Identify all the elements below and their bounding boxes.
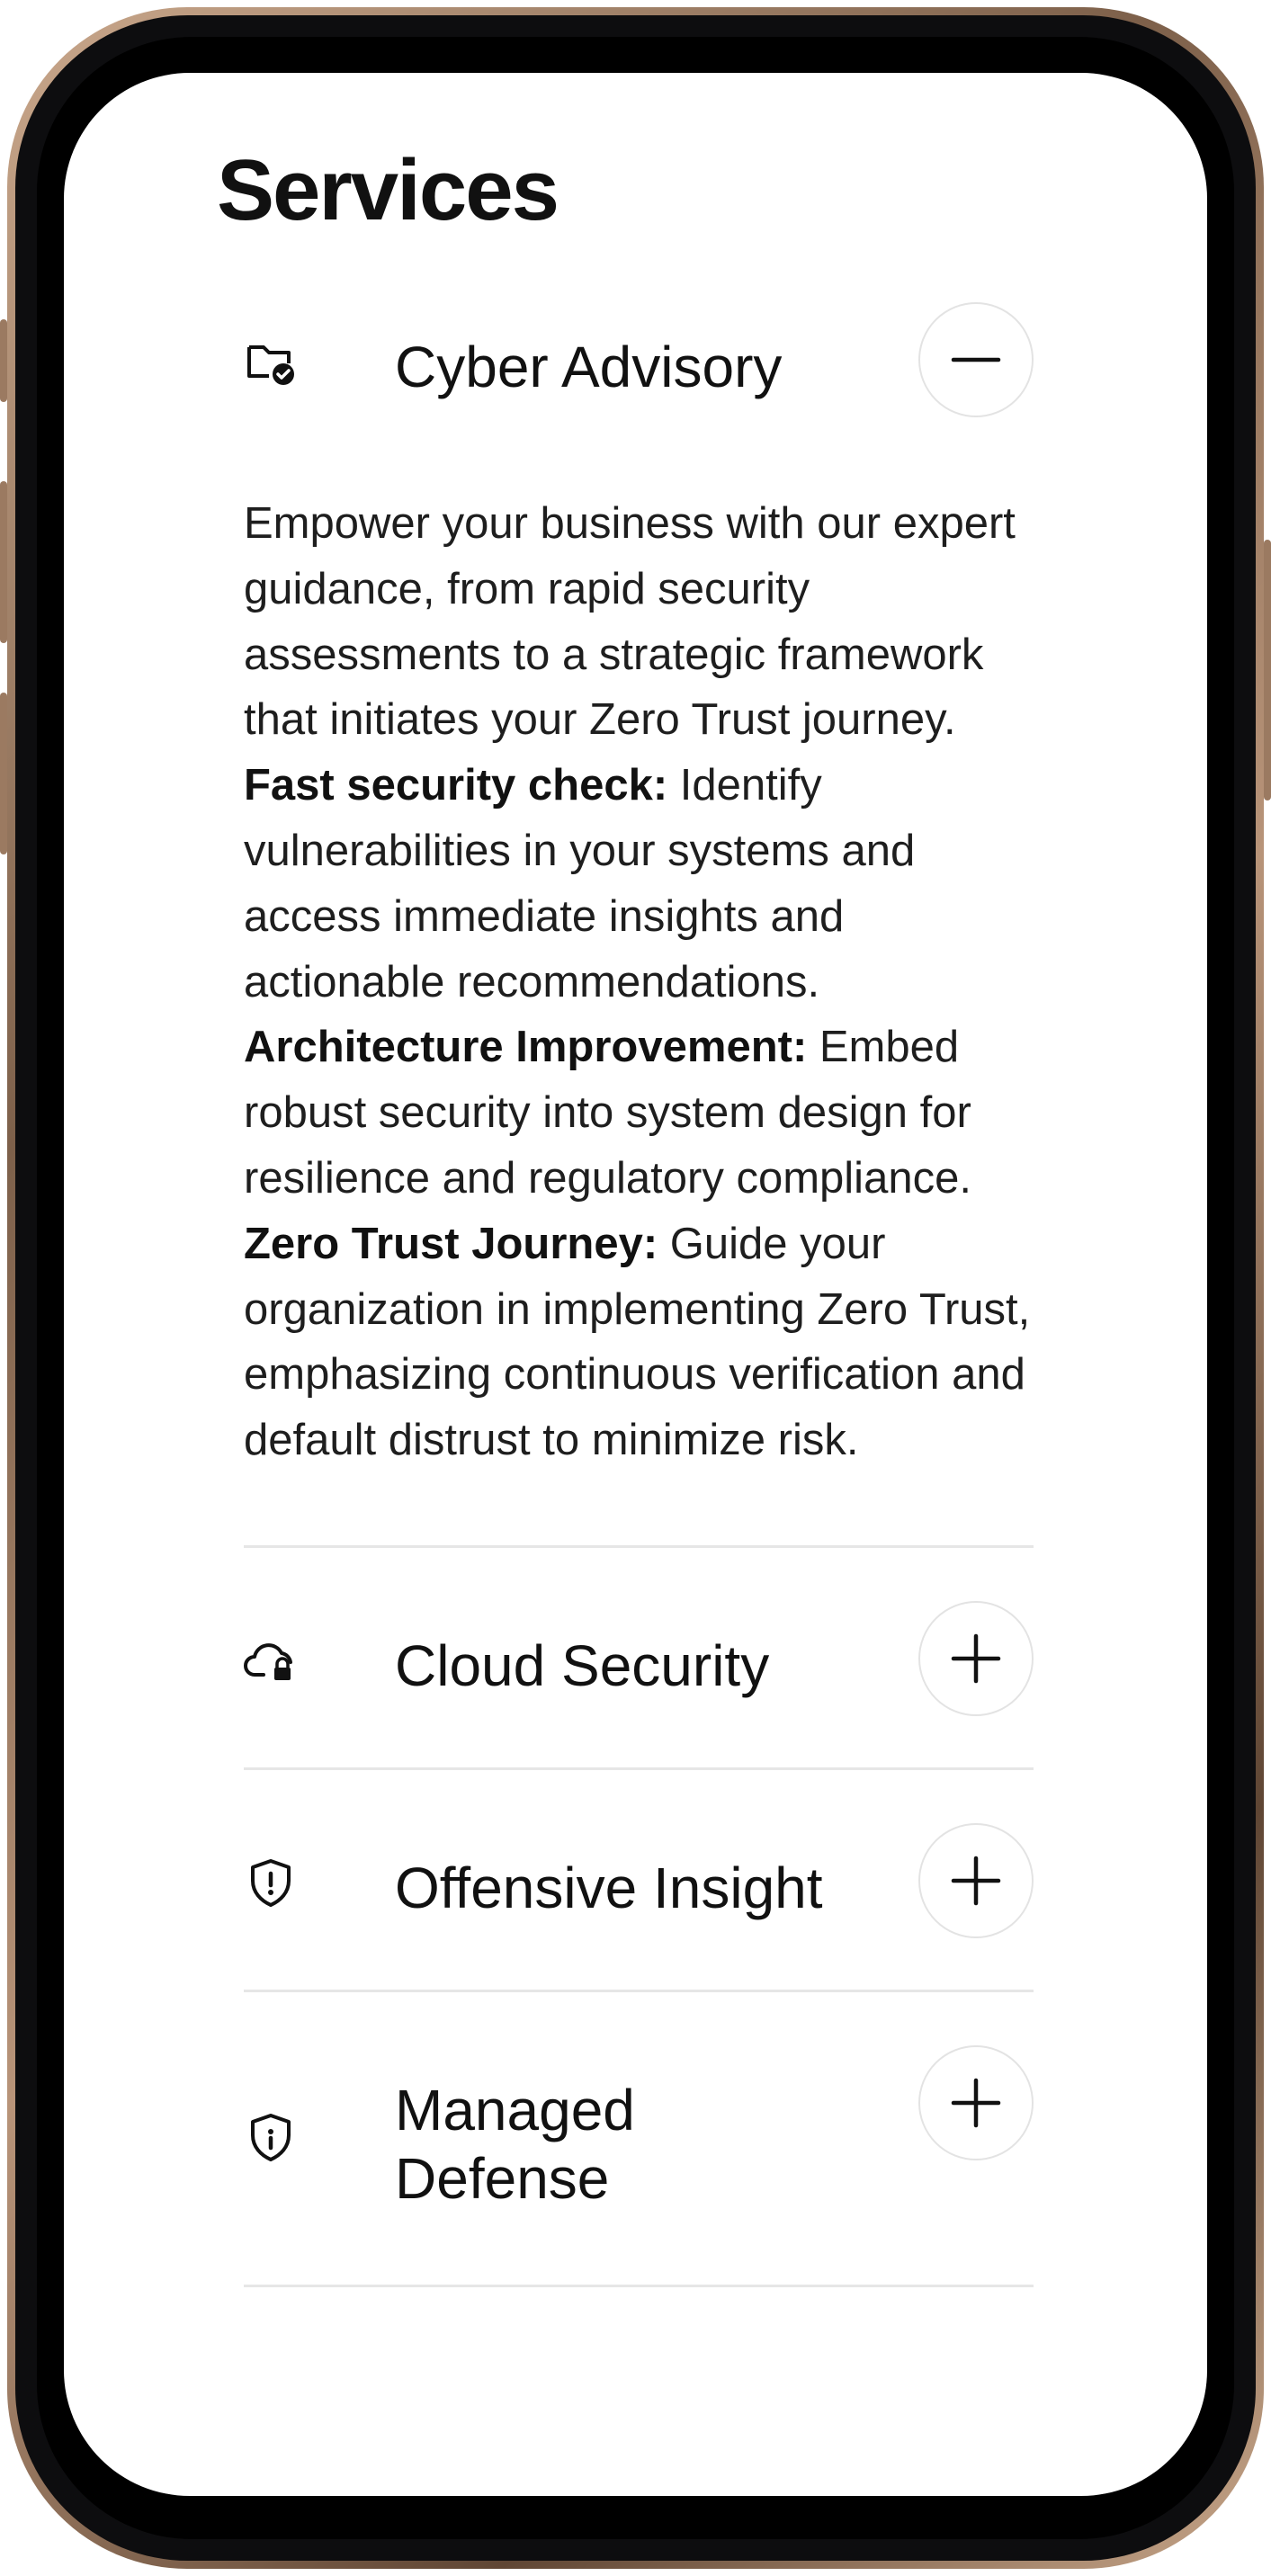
service-point: Architecture Improvement: Embed robust s… — [244, 1015, 1034, 1211]
plus-icon — [951, 1856, 1001, 1906]
silent-switch — [0, 319, 7, 402]
accordion-item-managed-defense: Managed Defense — [244, 1992, 1034, 2285]
accordion-header-offensive-insight[interactable]: Offensive Insight — [244, 1822, 1034, 1940]
accordion-header-cloud-security[interactable]: Cloud Security — [244, 1600, 1034, 1718]
screen: Services Cyber Advisory Empower your bus… — [64, 73, 1207, 2496]
expand-button[interactable] — [918, 1600, 1034, 1716]
plus-icon — [951, 1633, 1001, 1684]
collapse-button[interactable] — [918, 302, 1034, 417]
accordion-header-cyber-advisory[interactable]: Cyber Advisory — [244, 302, 1034, 419]
accordion-title: Cloud Security — [395, 1632, 770, 1698]
accordion-title: Managed Defense — [395, 2077, 635, 2211]
service-point: Zero Trust Journey: Guide your organizat… — [244, 1212, 1034, 1473]
services-accordion: Cyber Advisory Empower your business wit… — [244, 302, 1034, 2287]
accordion-title: Offensive Insight — [395, 1855, 823, 1920]
page-title: Services — [217, 142, 559, 238]
service-point: Fast security check: Identify vulnerabil… — [244, 753, 1034, 1015]
minus-icon — [951, 357, 1001, 362]
power-button — [1264, 540, 1271, 801]
volume-down-button — [0, 693, 7, 854]
point-label: Fast security check: — [244, 761, 668, 810]
shield-alert-icon — [244, 1856, 298, 1910]
folder-check-icon — [244, 335, 298, 389]
plus-icon — [951, 2078, 1001, 2128]
accordion-item-cloud-security: Cloud Security — [244, 1548, 1034, 1767]
point-label: Zero Trust Journey: — [244, 1219, 658, 1268]
accordion-title: Cyber Advisory — [395, 335, 783, 399]
volume-up-button — [0, 481, 7, 643]
accordion-item-cyber-advisory: Cyber Advisory Empower your business wit… — [244, 302, 1034, 1473]
phone-frame: Services Cyber Advisory Empower your bus… — [7, 7, 1264, 2569]
divider — [244, 2284, 1034, 2287]
expand-button[interactable] — [918, 2044, 1034, 2160]
point-label: Architecture Improvement: — [244, 1023, 808, 1072]
accordion-header-managed-defense[interactable]: Managed Defense — [244, 2044, 1034, 2225]
service-intro: Empower your business with our expert gu… — [244, 499, 1016, 745]
expand-button[interactable] — [918, 1822, 1034, 1938]
accordion-item-offensive-insight: Offensive Insight — [244, 1770, 1034, 1990]
shield-info-icon — [244, 2110, 298, 2164]
cloud-lock-icon — [244, 1633, 298, 1687]
accordion-content-cyber-advisory: Empower your business with our expert gu… — [244, 491, 1034, 1473]
